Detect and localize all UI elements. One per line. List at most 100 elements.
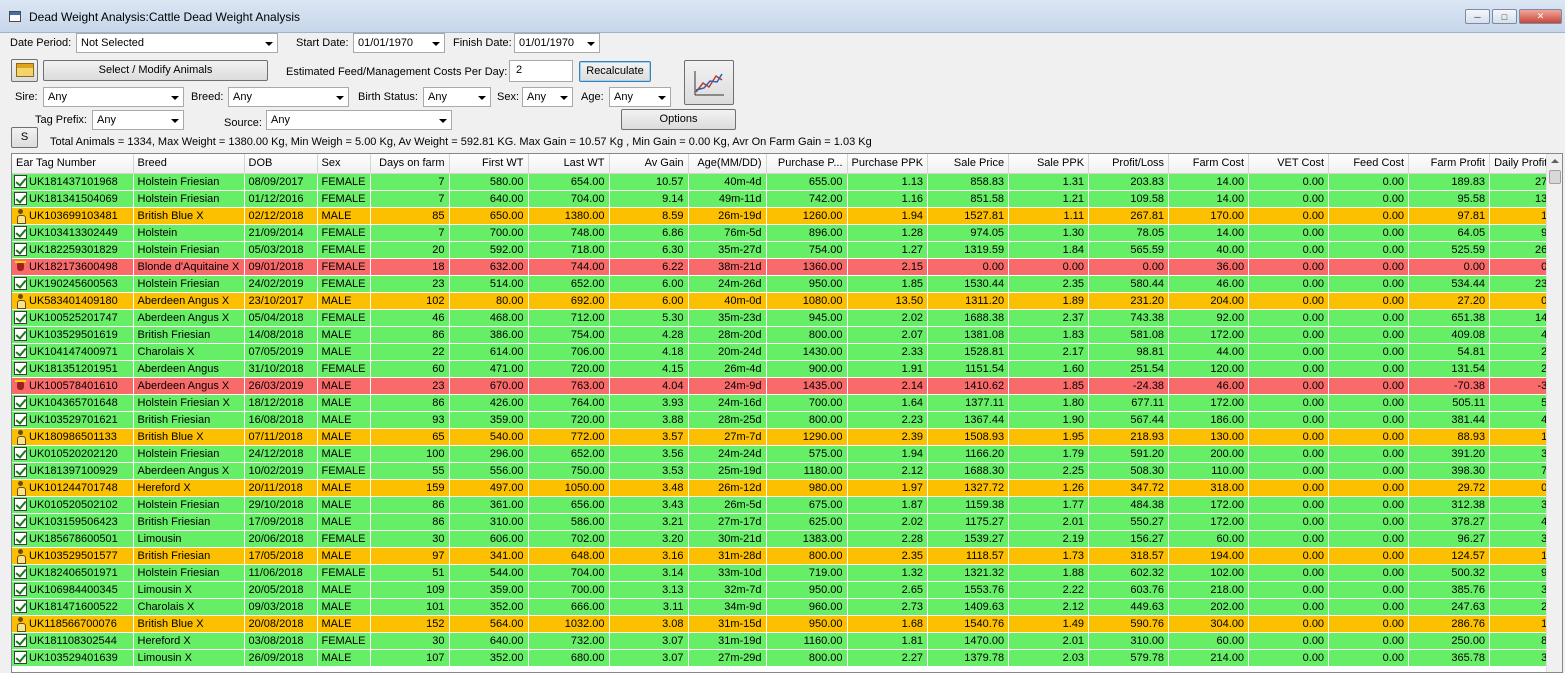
- table-row[interactable]: UK104147400971 Charolais X 07/05/2019 MALE 2…: [12, 343, 1553, 361]
- column-header[interactable]: Breed: [133, 154, 245, 174]
- age-select[interactable]: Any: [609, 87, 671, 107]
- table-row[interactable]: UK103529701621 British Friesian 16/08/2018…: [12, 411, 1553, 429]
- table-cell: 565.59: [1088, 241, 1170, 259]
- column-header[interactable]: Sale Price: [927, 154, 1010, 174]
- table-cell: 31m-15d: [688, 615, 767, 633]
- column-header[interactable]: VET Cost: [1248, 154, 1330, 174]
- table-row[interactable]: UK103413302449 Holstein 21/09/2014 FEMALE 7 7…: [12, 224, 1553, 242]
- sex-select[interactable]: Any: [522, 87, 573, 107]
- column-header[interactable]: Farm Cost: [1168, 154, 1250, 174]
- table-row[interactable]: UK182173600498 Blonde d'Aquitaine X 09/01/…: [12, 258, 1553, 276]
- table-row[interactable]: UK118566700076 British Blue X 20/08/2018 MA…: [12, 615, 1553, 633]
- table-cell: 575.00: [766, 445, 848, 463]
- table-row[interactable]: UK583401409180 Aberdeen Angus X 23/10/2017…: [12, 292, 1553, 310]
- finish-date-picker[interactable]: 01/01/1970: [514, 33, 600, 53]
- feed-cost-input[interactable]: 2: [509, 60, 573, 82]
- breed-select[interactable]: Any: [228, 87, 349, 107]
- vertical-scrollbar[interactable]: [1546, 154, 1562, 672]
- table-row[interactable]: UK106984400345 Limousin X 20/05/2018 MALE 10…: [12, 581, 1553, 599]
- tag-prefix-select[interactable]: Any: [92, 110, 184, 130]
- table-cell: 580.00: [449, 173, 529, 191]
- table-cell: 1379.78: [927, 649, 1010, 667]
- table-cell: 0.00: [1328, 462, 1410, 480]
- table-cell: 950.00: [766, 581, 848, 599]
- recalculate-button[interactable]: Recalculate: [579, 61, 651, 82]
- table-row[interactable]: UK180986501133 British Blue X 07/11/2018 MA…: [12, 428, 1553, 446]
- column-header[interactable]: Av Gain: [609, 154, 689, 174]
- table-cell: 0.00: [1328, 598, 1410, 616]
- date-period-select[interactable]: Not Selected: [76, 33, 278, 53]
- column-header[interactable]: Ear Tag Number: [12, 154, 134, 174]
- table-row[interactable]: UK104365701648 Holstein Friesian X 18/12/2…: [12, 394, 1553, 412]
- table-cell: 318.57: [1088, 547, 1170, 565]
- table-row[interactable]: UK103529501577 British Friesian 17/05/2018…: [12, 547, 1553, 565]
- table-cell: 3.16: [609, 547, 689, 565]
- table-row[interactable]: UK103159506423 British Friesian 17/09/2018…: [12, 513, 1553, 531]
- column-header[interactable]: Last WT: [528, 154, 610, 174]
- table-row[interactable]: UK103529401639 Limousin X 26/09/2018 MALE 10…: [12, 649, 1553, 667]
- table-cell: 1.68: [847, 615, 929, 633]
- column-header[interactable]: Days on farm: [370, 154, 450, 174]
- start-date-picker[interactable]: 01/01/1970: [353, 33, 445, 53]
- table-row[interactable]: UK103529501619 British Friesian 14/08/2018…: [12, 326, 1553, 344]
- table-cell: Limousin: [133, 530, 245, 548]
- grid-view-button[interactable]: [11, 59, 38, 82]
- column-header[interactable]: DOB: [244, 154, 318, 174]
- sire-select[interactable]: Any: [43, 87, 184, 107]
- table-row[interactable]: UK101244701748 Hereford X 20/11/2018 MALE 15…: [12, 479, 1553, 497]
- table-row[interactable]: UK181397100929 Aberdeen Angus X 10/02/2019…: [12, 462, 1553, 480]
- table-row[interactable]: UK103699103481 British Blue X 02/12/2018 MA…: [12, 207, 1553, 225]
- table-cell: 1160.00: [766, 632, 848, 650]
- table-row[interactable]: UK100525201747 Aberdeen Angus X 05/04/2018…: [12, 309, 1553, 327]
- table-cell: 172.00: [1168, 496, 1250, 514]
- column-header[interactable]: Age(MM/DD): [688, 154, 767, 174]
- column-header[interactable]: Profit/Loss: [1088, 154, 1170, 174]
- s-button[interactable]: S: [11, 127, 38, 148]
- table-cell: 102: [370, 292, 450, 310]
- table-cell: 24m-9d: [688, 377, 767, 395]
- table-row[interactable]: UK181341504069 Holstein Friesian 01/12/201…: [12, 190, 1553, 208]
- options-button[interactable]: Options: [621, 109, 736, 130]
- table-row[interactable]: UK181437101968 Holstein Friesian 08/09/201…: [12, 173, 1553, 191]
- column-header[interactable]: Feed Cost: [1328, 154, 1410, 174]
- table-row[interactable]: UK182259301829 Holstein Friesian 05/03/201…: [12, 241, 1553, 259]
- table-row[interactable]: UK010520502102 Holstein Friesian 29/10/201…: [12, 496, 1553, 514]
- source-select[interactable]: Any: [266, 110, 452, 130]
- scrollbar-thumb[interactable]: [1549, 170, 1561, 184]
- table-cell: 27: [1489, 173, 1553, 191]
- table-cell: 156.27: [1088, 530, 1170, 548]
- maximize-icon[interactable]: □: [1492, 9, 1517, 24]
- table-cell: 27.20: [1408, 292, 1491, 310]
- close-icon[interactable]: ✕: [1519, 9, 1562, 24]
- column-header[interactable]: First WT: [449, 154, 529, 174]
- person-icon: [14, 209, 27, 223]
- minimize-icon[interactable]: ─: [1465, 9, 1490, 24]
- column-header[interactable]: Purchase PPK: [847, 154, 929, 174]
- column-header[interactable]: Sex: [317, 154, 371, 174]
- table-cell: 55: [370, 462, 450, 480]
- table-row[interactable]: UK181108302544 Hereford X 03/08/2018 FEMALE…: [12, 632, 1553, 650]
- table-row[interactable]: UK182406501971 Holstein Friesian 11/06/201…: [12, 564, 1553, 582]
- table-row[interactable]: UK010520202120 Holstein Friesian 24/12/201…: [12, 445, 1553, 463]
- table-row[interactable]: UK181351201951 Aberdeen Angus 31/10/2018 FE…: [12, 360, 1553, 378]
- table-cell: 0.00: [1408, 258, 1491, 276]
- animals-grid[interactable]: Ear Tag Number Breed DOB Sex Days on farm Fir…: [11, 153, 1563, 673]
- table-row[interactable]: UK181471600522 Charolais X 09/03/2018 MALE 1…: [12, 598, 1553, 616]
- column-header[interactable]: Farm Profit: [1408, 154, 1491, 174]
- table-row[interactable]: UK190245600563 Holstein Friesian 24/02/201…: [12, 275, 1553, 293]
- table-row[interactable]: UK185678600501 Limousin 20/06/2018 FEMALE 30…: [12, 530, 1553, 548]
- select-modify-animals-button[interactable]: Select / Modify Animals: [43, 60, 268, 81]
- birth-status-select[interactable]: Any: [423, 87, 491, 107]
- column-header[interactable]: Daily Profit: [1489, 154, 1553, 174]
- table-row[interactable]: UK100578401610 Aberdeen Angus X 26/03/2019…: [12, 377, 1553, 395]
- table-cell: 614.00: [449, 343, 529, 361]
- table-cell: 896.00: [766, 224, 848, 242]
- column-header[interactable]: Purchase P...: [766, 154, 848, 174]
- table-cell: 505.11: [1408, 394, 1491, 412]
- chart-button[interactable]: [684, 60, 734, 105]
- column-header[interactable]: Sale PPK: [1008, 154, 1090, 174]
- table-cell: 0.00: [1328, 207, 1410, 225]
- table-cell: 1.27: [847, 241, 929, 259]
- scroll-up-icon[interactable]: [1551, 159, 1559, 163]
- table-cell: 02/12/2018: [244, 207, 318, 225]
